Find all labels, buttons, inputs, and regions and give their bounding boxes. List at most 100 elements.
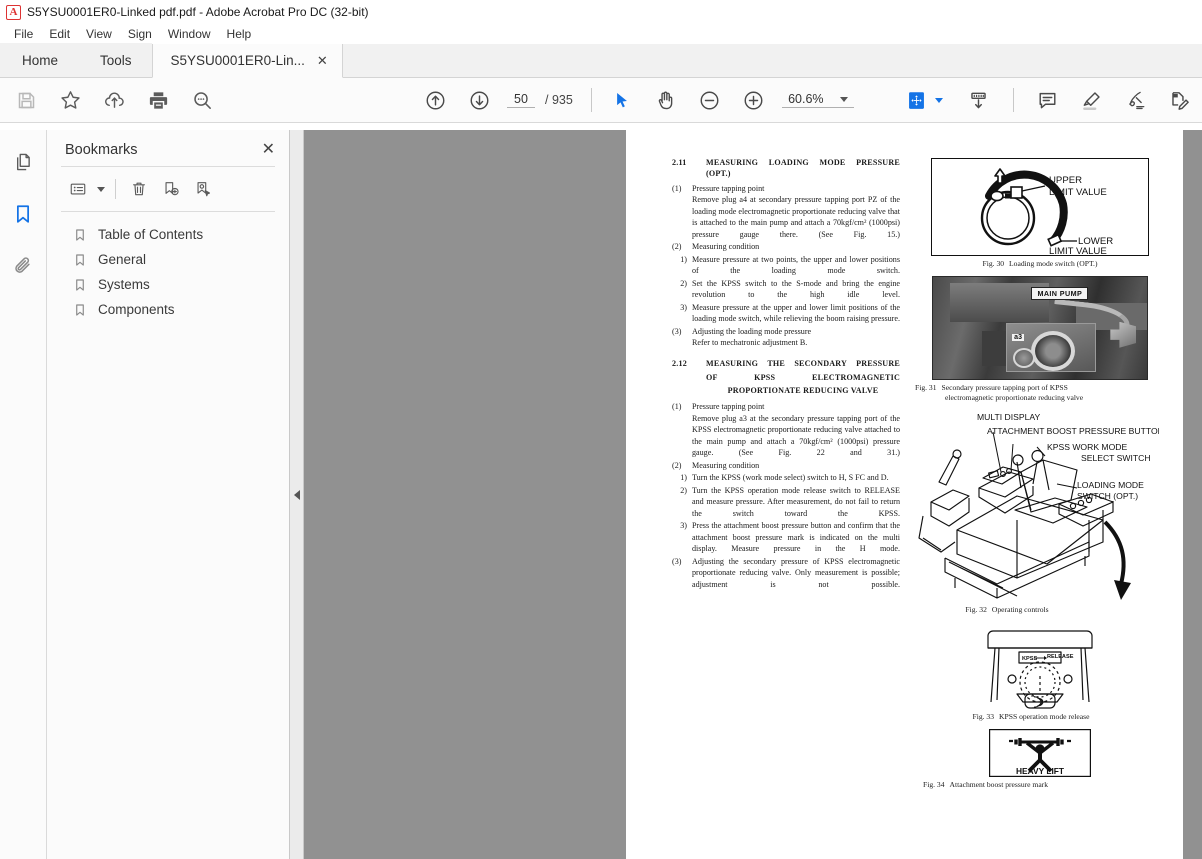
item-number: (1): [672, 402, 682, 412]
figure-caption-text: KPSS operation mode release: [999, 712, 1090, 722]
bookmark-item-systems[interactable]: Systems: [47, 272, 289, 297]
figure-31-label-a3: a3: [1012, 333, 1024, 341]
section-number: 2.12: [672, 358, 687, 368]
item-text: Measure pressure at two points, the uppe…: [692, 254, 900, 276]
tab-document[interactable]: S5YSU0001ER0-Lin... ✕: [151, 44, 343, 78]
select-tool-button[interactable]: [600, 80, 644, 120]
bookmark-options-dropdown-icon[interactable]: [97, 186, 105, 192]
figure-caption-line2: electromagnetic proportionate reducing v…: [945, 392, 1084, 402]
figure-number: Fig. 31: [915, 382, 937, 392]
tab-document-label: S5YSU0001ER0-Lin...: [170, 53, 305, 68]
figure-number: Fig. 32: [965, 604, 987, 614]
page-thumbnails-icon[interactable]: [4, 144, 42, 180]
list-item: (1) Pressure tapping point: [672, 183, 900, 194]
bookmarks-panel-title: Bookmarks: [65, 142, 138, 158]
paragraph: Refer to mechatronic adjustment B.: [692, 338, 808, 348]
main-toolbar: 50 / 935 60.6%: [0, 78, 1202, 123]
item-number: (1): [672, 183, 682, 193]
item-text: Press the attachment boost pressure butt…: [692, 521, 900, 554]
menu-item-file[interactable]: File: [6, 26, 41, 42]
bookmarks-toolbar: [47, 167, 289, 211]
bookmark-label: General: [98, 252, 147, 267]
paragraph: Remove plug a4 at secondary pressure tap…: [692, 195, 900, 239]
figure-number: Fig. 30: [982, 259, 1005, 268]
item-text: Measuring condition: [692, 460, 760, 470]
item-number: 3): [680, 302, 687, 312]
comment-button[interactable]: [1026, 80, 1070, 120]
bookmarks-icon[interactable]: [4, 196, 42, 232]
item-number: 1): [680, 473, 687, 483]
bookmarks-panel: Bookmarks ✕ Table of Contents General Sy…: [47, 130, 290, 859]
menu-item-edit[interactable]: Edit: [41, 26, 78, 42]
figure-34-caption: Fig. 34 Attachment boost pressure mark: [909, 780, 1171, 790]
fill-and-sign-button[interactable]: [1158, 80, 1202, 120]
figure-33-label-release: RELEASE: [1047, 654, 1074, 660]
item-text: Turn the KPSS (work mode select) switch …: [692, 473, 889, 483]
list-item: 1) Measure pressure at two points, the u…: [672, 254, 900, 277]
section-heading-2-12: 2.12 MEASURING THE SECONDARY PRESSURE: [672, 359, 900, 370]
hand-pan-button[interactable]: [644, 80, 688, 120]
tab-strip: Home Tools S5YSU0001ER0-Lin... ✕: [0, 43, 1202, 78]
figure-32-label-loading-switch: SWITCH (OPT.): [1077, 491, 1138, 501]
item-number: (3): [672, 556, 682, 566]
figure-32-label-boost-button: ATTACHMENT BOOST PRESSURE BUTTON: [987, 426, 1159, 436]
menu-item-sign[interactable]: Sign: [120, 26, 160, 42]
sign-document-button[interactable]: [1114, 80, 1158, 120]
figure-30: UPPER LIMIT VALUE LOWER LIMIT VALUE Fig.…: [909, 158, 1171, 269]
main-content-area: Bookmarks ✕ Table of Contents General Sy…: [0, 130, 1202, 859]
page-number-input[interactable]: 50: [507, 92, 535, 108]
menu-item-window[interactable]: Window: [160, 26, 219, 42]
figure-number: Fig. 34: [923, 780, 945, 790]
list-item: (3) Adjusting the secondary pressure of …: [672, 556, 900, 590]
set-bookmark-destination-icon[interactable]: [188, 175, 218, 203]
bookmark-item-table-of-contents[interactable]: Table of Contents: [47, 222, 289, 247]
bookmark-item-general[interactable]: General: [47, 247, 289, 272]
previous-page-button[interactable]: [413, 80, 457, 120]
list-item: (1) Pressure tapping point: [672, 401, 900, 412]
panel-collapse-handle[interactable]: [290, 130, 304, 859]
bookmark-label: Systems: [98, 277, 150, 292]
item-text: Pressure tapping point: [692, 402, 765, 412]
menu-item-view[interactable]: View: [78, 26, 120, 42]
list-item: (2) Measuring condition: [672, 460, 900, 471]
window-title: S5YSU0001ER0-Linked pdf.pdf - Adobe Acro…: [27, 5, 369, 19]
pdf-figure-column: UPPER LIMIT VALUE LOWER LIMIT VALUE Fig.…: [909, 158, 1171, 797]
close-tab-icon[interactable]: ✕: [317, 53, 328, 69]
attachments-icon[interactable]: [4, 248, 42, 284]
tab-home[interactable]: Home: [0, 43, 81, 77]
scroll-page-down-button[interactable]: [957, 80, 1001, 120]
close-panel-icon[interactable]: ✕: [262, 142, 275, 158]
figure-32-label-multi-display: MULTI DISPLAY: [977, 412, 1040, 422]
pdf-text-column: 2.11 MEASURING LOADING MODE PRESSURE (OP…: [672, 158, 900, 590]
find-text-button[interactable]: [180, 80, 224, 120]
section-title: MEASURING LOADING MODE PRESSURE (OPT.): [706, 158, 900, 178]
fit-page-button[interactable]: [902, 80, 932, 120]
page-total-label: / 935: [545, 93, 573, 107]
figure-32: MULTI DISPLAY ATTACHMENT BOOST PRESSURE …: [909, 410, 1171, 615]
new-bookmark-icon[interactable]: [156, 175, 186, 203]
add-to-favorites-button[interactable]: [48, 80, 92, 120]
zoom-out-button[interactable]: [688, 80, 732, 120]
bookmark-item-components[interactable]: Components: [47, 297, 289, 322]
zoom-in-button[interactable]: [732, 80, 776, 120]
document-viewport[interactable]: 2.11 MEASURING LOADING MODE PRESSURE (OP…: [304, 130, 1202, 859]
figure-32-label-loading-mode: LOADING MODE: [1077, 480, 1144, 490]
list-item: 3) Press the attachment boost pressure b…: [672, 520, 900, 554]
tab-tools[interactable]: Tools: [80, 43, 152, 77]
menu-item-help[interactable]: Help: [219, 26, 260, 42]
chevron-down-icon[interactable]: [839, 96, 848, 102]
next-page-button[interactable]: [457, 80, 501, 120]
fit-page-dropdown-icon[interactable]: [934, 97, 943, 103]
item-text: Measure pressure at the upper and lower …: [692, 302, 900, 324]
bookmark-label: Table of Contents: [98, 227, 204, 242]
bookmark-options-icon[interactable]: [63, 175, 93, 203]
zoom-level-control[interactable]: 60.6%: [781, 92, 854, 108]
highlight-text-button[interactable]: [1070, 80, 1114, 120]
figure-caption-text: Operating controls: [991, 604, 1049, 614]
delete-bookmark-icon[interactable]: [124, 175, 154, 203]
upload-cloud-button[interactable]: [92, 80, 136, 120]
save-button[interactable]: [4, 80, 48, 120]
item-text: Adjusting the secondary pressure of KPSS…: [692, 556, 900, 589]
item-text: Pressure tapping point: [692, 183, 765, 193]
print-button[interactable]: [136, 80, 180, 120]
